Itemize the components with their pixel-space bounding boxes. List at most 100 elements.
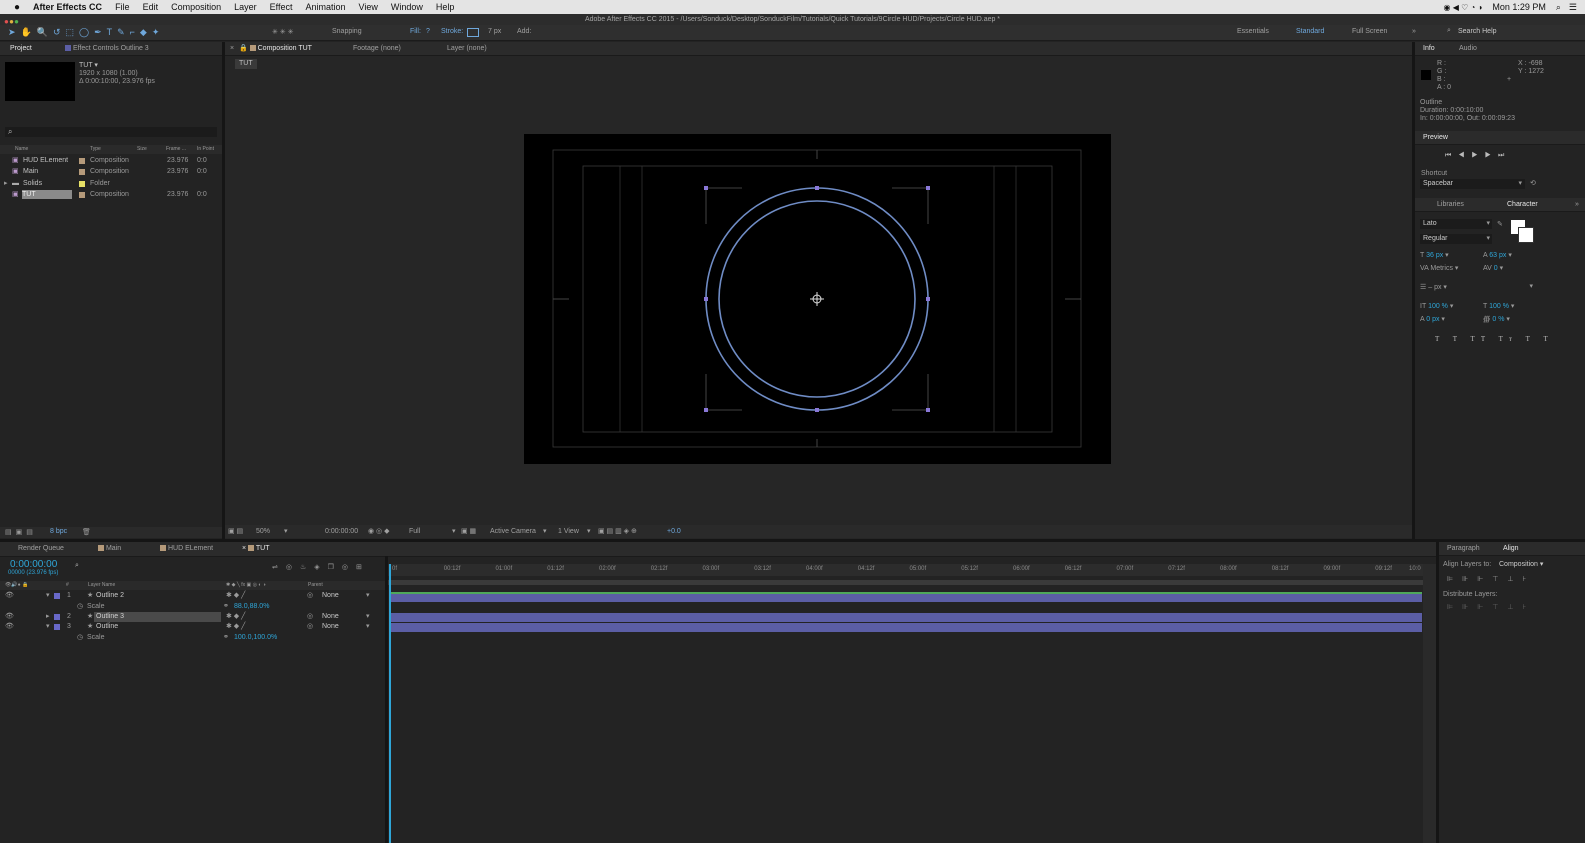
search-help[interactable]: Search Help	[1458, 28, 1497, 35]
timeline-scrollbar[interactable]	[1423, 564, 1436, 843]
menu-effect[interactable]: Effect	[270, 2, 293, 12]
col-type[interactable]: Type	[90, 144, 101, 155]
property-value[interactable]: 88.0,88.0%	[234, 602, 269, 612]
tab-effect-controls[interactable]: Effect Controls Outline 3	[65, 42, 149, 55]
disclosure-triangle[interactable]: ▾	[46, 622, 50, 632]
exposure-value[interactable]: +0.0	[667, 528, 681, 535]
layer-switches[interactable]: ✱ ◆ ╱	[226, 612, 245, 622]
parent-pickwhip-icon[interactable]: ◎	[307, 591, 313, 601]
tab-audio[interactable]: Audio	[1459, 42, 1477, 55]
layer-switches[interactable]: ✱ ◆ ╱	[226, 591, 245, 601]
playback-controls[interactable]: ⏮◀▶▶⏭	[1445, 150, 1511, 161]
menu-composition[interactable]: Composition	[171, 2, 221, 12]
tab-tut[interactable]: × TUT	[242, 542, 269, 555]
vertical-scale-field[interactable]: IT 100 % ▾	[1420, 301, 1453, 312]
tab-footage[interactable]: Footage (none)	[353, 42, 401, 55]
time-display[interactable]: 0:00:00:00	[325, 528, 358, 535]
viewer-breadcrumb[interactable]: TUT	[235, 59, 257, 69]
fill-value[interactable]: ?	[426, 28, 430, 35]
chevron-down-icon[interactable]: ▾	[543, 527, 547, 535]
link-icon[interactable]: ⚭	[223, 633, 229, 643]
font-family-dropdown[interactable]: Lato ▾	[1420, 219, 1492, 229]
camera-dropdown[interactable]: Active Camera	[490, 528, 536, 535]
disclosure-triangle[interactable]: ▾	[46, 591, 50, 601]
col-size[interactable]: Size	[137, 144, 147, 155]
layer-name[interactable]: Outline 3	[94, 612, 221, 622]
col-layer-name[interactable]: Layer Name	[88, 580, 115, 591]
bpc-label[interactable]: 8 bpc	[50, 528, 67, 535]
spotlight-icon[interactable]: ⌕	[1556, 2, 1561, 13]
tab-render-queue[interactable]: Render Queue	[18, 542, 64, 555]
chevron-down-icon[interactable]: ▾	[366, 591, 370, 601]
baseline-field[interactable]: A 0 px ▾	[1420, 314, 1445, 325]
property-value[interactable]: 100.0,100.0%	[234, 633, 277, 643]
add-label[interactable]: Add:	[517, 28, 531, 35]
render-icons[interactable]: ▣ ▤ ▥ ◈ ⊕	[598, 527, 637, 535]
tracking-field[interactable]: AV 0 ▾	[1483, 263, 1503, 274]
font-style-dropdown[interactable]: Regular ▾	[1420, 234, 1492, 244]
kerning-field[interactable]: VA Metrics ▾	[1420, 263, 1458, 274]
menu-help[interactable]: Help	[436, 2, 455, 12]
notification-icon[interactable]: ☰	[1569, 2, 1577, 13]
project-item-solids[interactable]: ▸ ▬ Solids Folder	[0, 178, 222, 189]
layer-bar-outline-2[interactable]	[391, 592, 1422, 602]
layer-bar-outline-3[interactable]	[391, 613, 1422, 622]
parent-pickwhip-icon[interactable]: ◎	[307, 622, 313, 632]
tool-icons[interactable]: ➤✋🔍↺⬚◯✒T✎⌐◆✦	[8, 27, 164, 38]
align-to-dropdown[interactable]: Composition ▾	[1499, 559, 1543, 570]
work-area-bar[interactable]	[388, 580, 1423, 585]
parent-dropdown[interactable]: None	[322, 622, 339, 632]
tab-layer[interactable]: Layer (none)	[447, 42, 487, 55]
composition-canvas[interactable]	[524, 134, 1111, 464]
stroke-value[interactable]: 7 px	[488, 28, 501, 35]
col-frame[interactable]: Frame ...	[166, 144, 186, 155]
menu-view[interactable]: View	[359, 2, 378, 12]
align-buttons[interactable]: ⊫⊪⊩⊤⊥⊦	[1447, 574, 1535, 585]
zoom-dropdown[interactable]: 50%	[256, 528, 270, 535]
workspace-fullscreen[interactable]: Full Screen	[1352, 28, 1387, 35]
timeline-search[interactable]: ⌕	[75, 562, 145, 572]
stroke-width-field[interactable]: ☰ – px ▾	[1420, 282, 1447, 293]
parent-dropdown[interactable]: None	[322, 612, 339, 622]
layer-name[interactable]: Outline 2	[96, 591, 124, 601]
workspace-essentials[interactable]: Essentials	[1237, 28, 1269, 35]
stroke-style-dropdown[interactable]: ▾	[1470, 283, 1535, 292]
views-dropdown[interactable]: 1 View	[558, 528, 579, 535]
horizontal-scale-field[interactable]: T 100 % ▾	[1483, 301, 1514, 312]
project-item-hud[interactable]: ▣ HUD ELement Composition 23.976 0:0	[0, 155, 222, 166]
timeline-switch-icons[interactable]: ⇌◎♨◈❐◎⊞	[272, 562, 370, 573]
stopwatch-icon[interactable]: ◷	[77, 633, 83, 643]
col-name[interactable]: Name	[15, 144, 28, 155]
project-search[interactable]: ⌕	[5, 127, 217, 137]
disclosure-triangle[interactable]: ▸	[4, 178, 8, 189]
stroke-label[interactable]: Stroke:	[441, 28, 463, 35]
layer-row[interactable]: 👁 ▾ 3 ★ Outline ✱ ◆ ╱ ◎ None ▾	[0, 622, 385, 632]
trash-icon[interactable]: 🗑	[82, 528, 91, 536]
tab-character[interactable]: Character	[1507, 198, 1538, 211]
chevron-down-icon[interactable]: ▾	[366, 612, 370, 622]
layer-row[interactable]: 👁 ▸ 2 ★ Outline 3 ✱ ◆ ╱ ◎ None ▾	[0, 612, 385, 622]
layer-bar-outline[interactable]	[391, 623, 1422, 632]
menu-file[interactable]: File	[115, 2, 130, 12]
time-ruler[interactable]: 0f 00:12f 01:00f 01:12f 02:00f 02:12f 03:00f 03…	[388, 564, 1423, 576]
distribute-buttons[interactable]: ⊫⊪⊩⊤⊥⊦	[1447, 602, 1535, 613]
workspace-standard[interactable]: Standard	[1296, 28, 1324, 35]
overflow-icon[interactable]: »	[1575, 198, 1579, 211]
text-style-buttons[interactable]: T T TT Tт T T	[1435, 334, 1554, 345]
timeline-divider[interactable]	[385, 556, 388, 843]
shortcut-dropdown[interactable]: Spacebar ▾	[1420, 179, 1525, 189]
font-size-field[interactable]: T 36 px ▾	[1420, 250, 1449, 261]
menu-window[interactable]: Window	[391, 2, 423, 12]
tab-composition[interactable]: 🔒 Composition TUT	[239, 42, 312, 55]
tab-preview[interactable]: Preview	[1423, 131, 1448, 144]
leading-field[interactable]: A 63 px ▾	[1483, 250, 1512, 261]
status-icons[interactable]: ◉ ◀ ♡ ◔ ◑	[1443, 3, 1482, 12]
project-item-tut[interactable]: ▣ TUT Composition 23.976 0:0	[0, 189, 222, 200]
chevron-down-icon[interactable]: ▾	[366, 622, 370, 632]
menu-animation[interactable]: Animation	[306, 2, 346, 12]
property-row[interactable]: ◷ Scale ⚭ 88.0,88.0%	[0, 602, 385, 612]
tab-info[interactable]: Info	[1423, 42, 1435, 55]
close-icon[interactable]: ×	[230, 42, 234, 55]
tab-project[interactable]: Project	[10, 42, 32, 55]
stopwatch-icon[interactable]: ◷	[77, 602, 83, 612]
